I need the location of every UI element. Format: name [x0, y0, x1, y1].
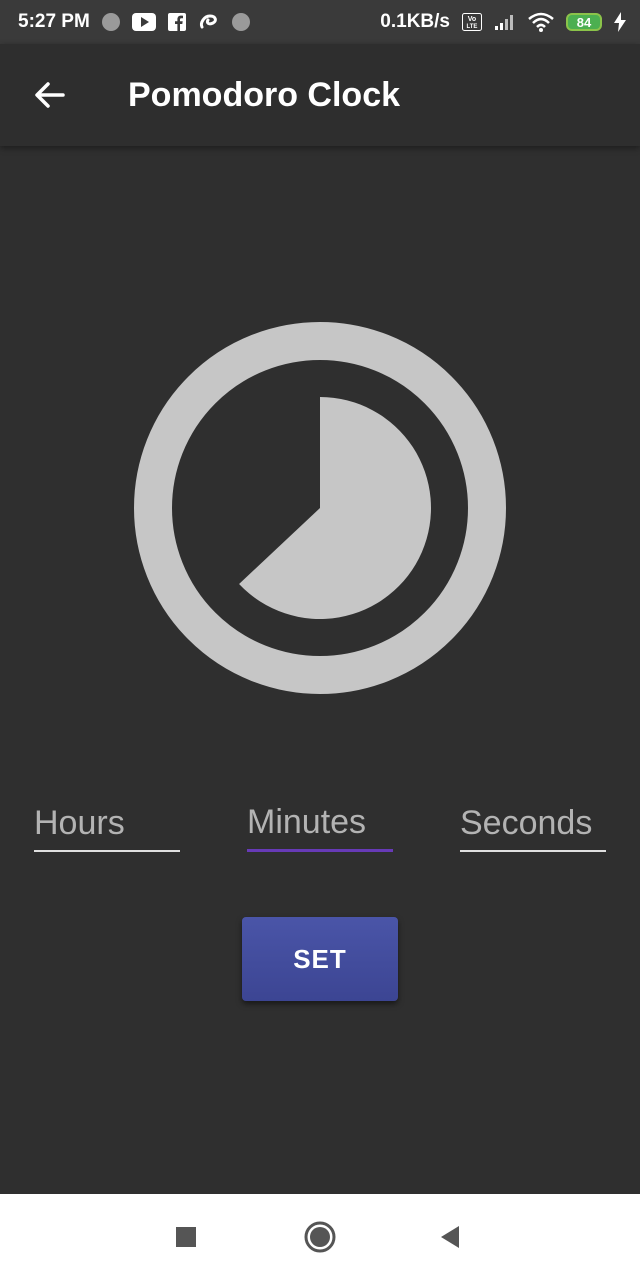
back-triangle-icon — [441, 1226, 459, 1248]
svg-text:Vo: Vo — [468, 16, 476, 23]
network-speed: 0.1KB/s — [380, 11, 450, 32]
volte-icon: Vo LTE — [462, 13, 482, 31]
time-inputs — [0, 796, 640, 856]
seconds-input[interactable] — [460, 803, 606, 843]
wifi-icon — [528, 12, 554, 32]
hours-field-container — [34, 796, 180, 852]
system-nav-bar — [0, 1194, 640, 1280]
signal-icon — [494, 13, 516, 31]
arrow-left-icon — [35, 82, 65, 108]
status-bar-left: 5:27 PM — [18, 11, 250, 33]
status-bar: 5:27 PM 0.1KB/s Vo LTE 84 — [0, 0, 640, 44]
timer-display — [134, 322, 506, 694]
facebook-icon — [167, 13, 186, 31]
back-button[interactable] — [18, 63, 82, 127]
battery-icon: 84 — [566, 13, 602, 31]
svg-text:LTE: LTE — [467, 24, 478, 30]
home-button[interactable] — [280, 1194, 360, 1280]
minutes-input[interactable] — [247, 803, 393, 842]
status-time: 5:27 PM — [18, 11, 90, 32]
recents-button[interactable] — [146, 1194, 226, 1280]
hours-input[interactable] — [34, 803, 180, 843]
airtel-icon — [198, 13, 220, 31]
circle-icon — [231, 13, 250, 31]
recents-square-icon — [176, 1227, 196, 1247]
page-title: Pomodoro Clock — [128, 75, 401, 114]
timer-svg — [134, 322, 506, 694]
charging-icon — [614, 12, 626, 32]
battery-level: 84 — [576, 14, 592, 30]
nav-back-button[interactable] — [410, 1194, 490, 1280]
set-button-label: SET — [293, 943, 347, 974]
seconds-field-container — [460, 796, 606, 852]
circle-icon — [101, 13, 120, 31]
youtube-icon — [131, 13, 156, 31]
app-bar: Pomodoro Clock — [0, 44, 640, 146]
home-circle-icon — [304, 1221, 336, 1253]
minutes-field-container — [247, 796, 393, 852]
set-button[interactable]: SET — [242, 917, 398, 1001]
timer-remaining-pie — [239, 397, 431, 619]
status-bar-right: 0.1KB/s Vo LTE 84 — [380, 11, 626, 33]
